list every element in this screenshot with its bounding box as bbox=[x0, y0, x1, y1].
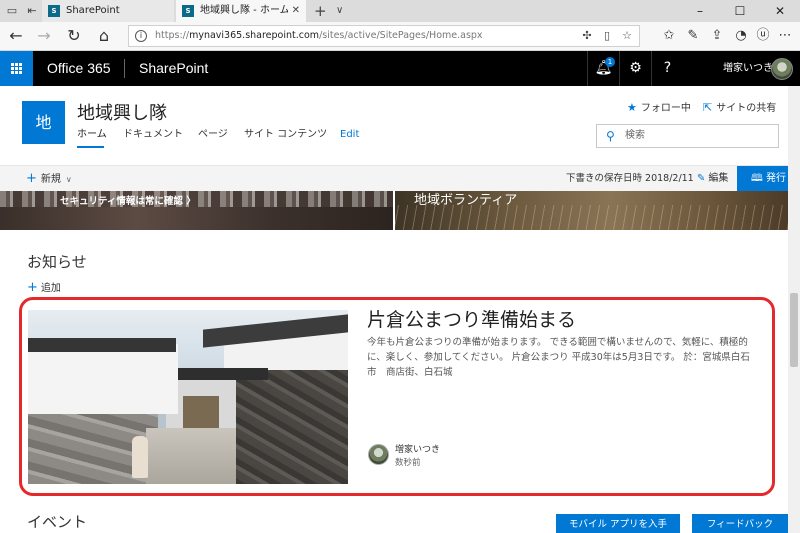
nav-active-indicator bbox=[77, 146, 104, 148]
pen-icon[interactable]: ✎ bbox=[682, 25, 704, 47]
suite-bar: Office 365 SharePoint 🔔︎ 1 ⚙ ? 増家いつき bbox=[0, 51, 800, 86]
news-title[interactable]: 片倉公まつり準備始まる bbox=[367, 307, 576, 333]
tab-label: 地域興し隊 - ホーム bbox=[200, 5, 288, 16]
tab-actions-icon[interactable]: ▭ bbox=[4, 3, 20, 19]
author-name: 増家いつき bbox=[395, 445, 441, 455]
saved-status: 下書きの保存日時 2018/2/11 bbox=[566, 173, 694, 184]
search-placeholder: 検索 bbox=[625, 130, 645, 141]
hero-tile-security[interactable]: セキュリティ情報は常に確認 〉 bbox=[0, 191, 393, 230]
more-icon[interactable]: ⋯ bbox=[774, 25, 796, 47]
back-to-tabs-icon[interactable]: ⇤ bbox=[24, 3, 40, 19]
share-site-button[interactable]: ⇱ サイトの共有 bbox=[703, 101, 776, 116]
news-heading: お知らせ bbox=[27, 253, 87, 271]
avatar bbox=[368, 444, 389, 465]
tab-label: SharePoint bbox=[66, 5, 120, 16]
site-title[interactable]: 地域興し隊 bbox=[77, 101, 167, 127]
bell-icon[interactable]: 🔔︎ 1 bbox=[587, 51, 619, 86]
command-bar: + 新規 ∨ 下書きの保存日時 2018/2/11 ✎ 編集 🕮︎ 発行 bbox=[0, 165, 800, 193]
home-icon[interactable]: ⌂ bbox=[92, 25, 116, 47]
share-icon[interactable]: ⇪ bbox=[706, 25, 728, 47]
window-controls: – ☐ ✕ bbox=[680, 0, 800, 22]
new-tab-button[interactable]: + bbox=[314, 0, 327, 22]
maximize-button[interactable]: ☐ bbox=[720, 0, 760, 22]
book-icon: 🕮︎ bbox=[751, 173, 766, 184]
scrollbar[interactable] bbox=[788, 86, 800, 533]
divider bbox=[124, 59, 125, 78]
search-input[interactable]: ⚲ 検索 bbox=[596, 124, 779, 148]
info-icon[interactable]: i bbox=[135, 30, 147, 42]
refresh-icon[interactable]: ↻ bbox=[62, 25, 86, 47]
browser-tab-home[interactable]: S 地域興し隊 - ホーム ✕ bbox=[176, 0, 306, 22]
hero-tile-volunteer[interactable]: 地域ボランティア bbox=[395, 191, 788, 230]
plus-icon: + bbox=[27, 280, 38, 295]
photo-wall bbox=[28, 344, 178, 414]
add-label: 追加 bbox=[40, 283, 61, 294]
extension-icon[interactable]: ◔ bbox=[730, 25, 752, 47]
gear-icon[interactable]: ⚙ bbox=[619, 51, 651, 86]
hero-web-part: セキュリティ情報は常に確認 〉 地域ボランティア bbox=[0, 191, 788, 230]
browser-address-bar: ← → ↻ ⌂ i https://mynavi365.sharepoint.c… bbox=[0, 22, 800, 51]
follow-button[interactable]: ★ フォロー中 bbox=[627, 101, 691, 116]
user-name[interactable]: 増家いつき bbox=[723, 51, 773, 86]
photo-gate-door bbox=[183, 396, 219, 428]
lastpass-icon[interactable]: ⓤ bbox=[752, 25, 774, 47]
photo-path bbox=[146, 428, 236, 484]
nav-pages[interactable]: ページ bbox=[198, 128, 228, 142]
sharepoint-link[interactable]: SharePoint bbox=[139, 51, 208, 86]
nav-edit-link[interactable]: Edit bbox=[340, 128, 359, 142]
edit-label: 編集 bbox=[708, 173, 729, 184]
office-365-link[interactable]: Office 365 bbox=[47, 51, 111, 86]
new-button[interactable]: + 新規 ∨ bbox=[26, 166, 72, 193]
publish-label: 発行 bbox=[765, 173, 786, 184]
help-icon[interactable]: ? bbox=[651, 51, 683, 86]
browser-tab-strip: ▭ ⇤ S SharePoint S 地域興し隊 - ホーム ✕ + ∨ – ☐… bbox=[0, 0, 800, 22]
news-image[interactable] bbox=[28, 310, 348, 484]
notification-badge: 1 bbox=[605, 57, 615, 67]
reading-view-icon[interactable]: ▯ bbox=[599, 29, 615, 43]
feedback-button[interactable]: フィードバック bbox=[692, 514, 788, 533]
back-arrow-icon[interactable]: ← bbox=[4, 25, 28, 47]
photo-person bbox=[132, 436, 148, 478]
minimize-button[interactable]: – bbox=[680, 0, 720, 22]
nav-site-contents[interactable]: サイト コンテンツ bbox=[244, 128, 327, 142]
share-icon: ⇱ bbox=[703, 101, 713, 114]
edit-button[interactable]: ✎ 編集 bbox=[697, 166, 728, 192]
url-text: https://mynavi365.sharepoint.com/sites/a… bbox=[155, 30, 483, 41]
follow-label: フォロー中 bbox=[640, 103, 691, 114]
chevron-down-icon: ∨ bbox=[65, 175, 72, 184]
share-label: サイトの共有 bbox=[716, 103, 777, 114]
chevron-down-icon[interactable]: ∨ bbox=[336, 0, 343, 22]
avatar[interactable] bbox=[771, 58, 793, 80]
app-launcher-icon[interactable] bbox=[0, 51, 33, 86]
hero-caption: 地域ボランティア bbox=[414, 193, 518, 208]
close-tab-icon[interactable]: ✕ bbox=[292, 0, 300, 22]
scrollbar-thumb[interactable] bbox=[790, 293, 798, 367]
star-icon: ★ bbox=[627, 101, 637, 114]
news-body: 今年も片倉公まつりの準備が始まります。 できる範囲で構いませんので、気軽に、積極… bbox=[367, 337, 750, 378]
post-time: 数秒前 bbox=[395, 458, 421, 468]
search-icon: ⚲ bbox=[606, 129, 615, 143]
photo-roof bbox=[28, 338, 176, 352]
close-window-button[interactable]: ✕ bbox=[760, 0, 800, 22]
sharepoint-favicon-icon: S bbox=[182, 5, 194, 17]
hero-caption: セキュリティ情報は常に確認 〉 bbox=[60, 196, 196, 207]
hero-image bbox=[0, 191, 393, 207]
pencil-icon: ✎ bbox=[697, 173, 706, 184]
forward-arrow-icon[interactable]: → bbox=[32, 25, 56, 47]
browser-tab-sharepoint[interactable]: S SharePoint bbox=[42, 0, 174, 22]
favorite-star-icon[interactable]: ☆ bbox=[619, 29, 635, 43]
add-news-button[interactable]: + 追加 bbox=[27, 281, 61, 296]
new-label: 新規 bbox=[40, 174, 61, 185]
get-mobile-app-button[interactable]: モバイル アプリを入手 bbox=[556, 514, 680, 533]
sharepoint-favicon-icon: S bbox=[48, 5, 60, 17]
favorites-icon[interactable]: ✩ bbox=[658, 25, 680, 47]
url-field[interactable]: i https://mynavi365.sharepoint.com/sites… bbox=[128, 25, 640, 47]
plus-icon: + bbox=[26, 171, 37, 186]
site-logo[interactable]: 地 bbox=[22, 101, 65, 144]
nav-home[interactable]: ホーム bbox=[77, 128, 107, 142]
puzzle-icon[interactable]: ✣ bbox=[579, 29, 595, 43]
events-heading: イベント bbox=[27, 513, 88, 531]
nav-documents[interactable]: ドキュメント bbox=[123, 128, 183, 142]
